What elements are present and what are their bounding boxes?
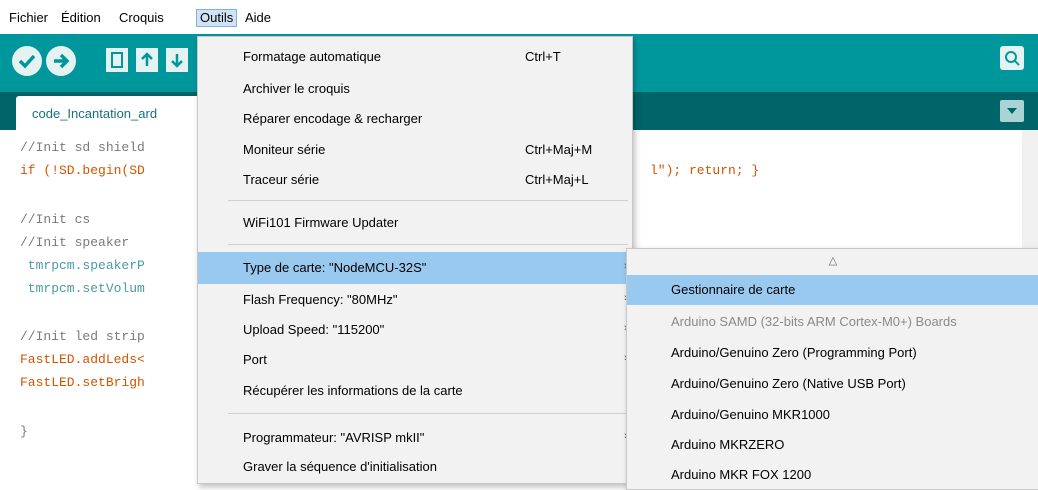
- code-line: //Init speaker: [20, 235, 130, 250]
- menu-item-reparer[interactable]: Réparer encodage & recharger: [198, 103, 632, 135]
- menu-separator: [228, 413, 628, 414]
- submenu-item-mkr1000[interactable]: Arduino/Genuino MKR1000: [627, 400, 1038, 430]
- tab-label: code_Incantation_ard: [32, 106, 158, 121]
- menu-item-type-carte[interactable]: Type de carte: "NodeMCU-32S" ›: [198, 252, 632, 284]
- menu-item-upload-speed[interactable]: Upload Speed: "115200" ›: [198, 314, 632, 346]
- submenu-item-samd-header: Arduino SAMD (32-bits ARM Cortex-M0+) Bo…: [627, 307, 1038, 337]
- open-icon[interactable]: [136, 48, 158, 72]
- verify-icon[interactable]: [12, 46, 42, 76]
- code-line: FastLED.addLeds<: [20, 352, 145, 367]
- menu-item-archiver[interactable]: Archiver le croquis: [198, 73, 632, 105]
- submenu-item-label: Arduino/Genuino Zero (Native USB Port): [671, 376, 906, 391]
- menu-item-label: Formatage automatique: [243, 49, 382, 64]
- submenu-item-label: Gestionnaire de carte: [671, 282, 796, 297]
- submenu-item-zero-programming[interactable]: Arduino/Genuino Zero (Programming Port): [627, 338, 1038, 368]
- submenu-item-label: Arduino/Genuino MKR1000: [671, 407, 830, 422]
- menu-edition[interactable]: Édition: [58, 10, 104, 26]
- code-line: if (!SD.begin(SD: [20, 163, 145, 178]
- menu-item-label: Port: [243, 352, 267, 367]
- menu-outils[interactable]: Outils: [196, 9, 238, 27]
- menu-aide[interactable]: Aide: [242, 10, 274, 26]
- menu-separator: [228, 200, 628, 201]
- new-icon[interactable]: [106, 48, 128, 72]
- submenu-item-label: Arduino MKR FOX 1200: [671, 467, 812, 482]
- menu-separator: [228, 244, 628, 245]
- save-icon[interactable]: [166, 48, 188, 72]
- menu-croquis[interactable]: Croquis: [116, 10, 167, 26]
- code-line: //Init sd shield: [20, 140, 145, 155]
- serial-monitor-icon[interactable]: [1000, 46, 1024, 70]
- menu-item-label: Traceur série: [243, 172, 320, 187]
- scroll-up-icon[interactable]: △: [627, 249, 1038, 273]
- code-line: tmrpcm.setVolum: [20, 281, 145, 296]
- menu-item-graver-sequence[interactable]: Graver la séquence d'initialisation: [198, 451, 632, 483]
- menu-item-shortcut: Ctrl+Maj+M: [525, 142, 593, 157]
- submenu-item-mkr-fox-1200[interactable]: Arduino MKR FOX 1200: [627, 460, 1038, 489]
- menu-item-traceur[interactable]: Traceur série Ctrl+Maj+L: [198, 164, 632, 196]
- code-line: tmrpcm.speakerP: [20, 258, 145, 273]
- menu-item-label: Flash Frequency: "80MHz": [243, 292, 398, 307]
- menu-item-recuperer-infos[interactable]: Récupérer les informations de la carte: [198, 375, 632, 407]
- outils-menu: Formatage automatique Ctrl+T Archiver le…: [197, 36, 633, 484]
- menu-item-programmateur[interactable]: Programmateur: "AVRISP mkII" ›: [198, 422, 632, 454]
- submenu-item-label: Arduino/Genuino Zero (Programming Port): [671, 345, 917, 360]
- code-line: }: [20, 424, 28, 439]
- submenu-item-label: Arduino SAMD (32-bits ARM Cortex-M0+) Bo…: [671, 314, 957, 329]
- menu-item-formatage[interactable]: Formatage automatique Ctrl+T: [198, 41, 632, 73]
- menu-item-label: Type de carte: "NodeMCU-32S": [243, 260, 427, 275]
- menu-item-flash-frequency[interactable]: Flash Frequency: "80MHz" ›: [198, 284, 632, 316]
- menu-item-shortcut: Ctrl+T: [525, 49, 561, 64]
- menu-item-label: Programmateur: "AVRISP mkII": [243, 430, 425, 445]
- menu-item-port[interactable]: Port ›: [198, 344, 632, 376]
- submenu-item-mkrzero[interactable]: Arduino MKRZERO: [627, 430, 1038, 460]
- submenu-item-gestionnaire[interactable]: Gestionnaire de carte: [627, 275, 1038, 305]
- tab-menu-button[interactable]: [1000, 100, 1024, 122]
- menu-item-shortcut: Ctrl+Maj+L: [525, 172, 589, 187]
- menu-item-label: Moniteur série: [243, 142, 326, 157]
- menu-item-label: WiFi101 Firmware Updater: [243, 215, 399, 230]
- menu-item-wifi101[interactable]: WiFi101 Firmware Updater: [198, 207, 632, 239]
- submenu-item-zero-native[interactable]: Arduino/Genuino Zero (Native USB Port): [627, 369, 1038, 399]
- menu-item-moniteur[interactable]: Moniteur série Ctrl+Maj+M: [198, 134, 632, 166]
- code-line: //Init cs: [20, 212, 91, 227]
- menubar: Fichier Édition Croquis Outils Aide: [0, 0, 1038, 34]
- menu-item-label: Archiver le croquis: [243, 81, 350, 96]
- menu-item-label: Graver la séquence d'initialisation: [243, 459, 437, 474]
- code-line: FastLED.setBrigh: [20, 375, 145, 390]
- menu-fichier[interactable]: Fichier: [6, 10, 51, 26]
- menu-item-label: Upload Speed: "115200": [243, 322, 385, 337]
- upload-icon[interactable]: [46, 46, 76, 76]
- code-line: //Init led strip: [20, 329, 145, 344]
- board-submenu: △ Gestionnaire de carte Arduino SAMD (32…: [626, 248, 1038, 490]
- submenu-item-label: Arduino MKRZERO: [671, 437, 785, 452]
- code-line-tail: l"); return; }: [650, 163, 760, 178]
- menu-item-label: Récupérer les informations de la carte: [243, 383, 463, 398]
- menu-item-label: Réparer encodage & recharger: [243, 111, 423, 126]
